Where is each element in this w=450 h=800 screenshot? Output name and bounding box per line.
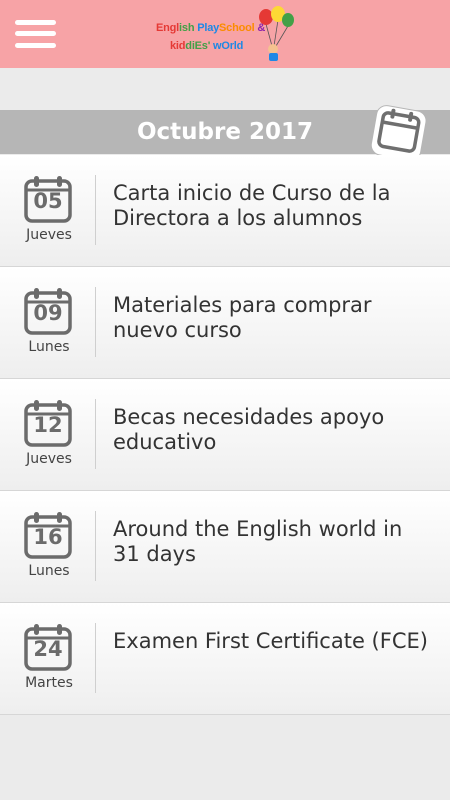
balloons-icon xyxy=(259,6,294,61)
logo-line-2: kiddiEs' wOrld xyxy=(170,40,244,52)
event-day-number: 16 xyxy=(33,525,63,549)
event-title: Around the English world in 31 days xyxy=(113,517,403,566)
event-row[interactable]: 16 Lunes Around the English world in 31 … xyxy=(0,491,450,603)
events-list: 05 Jueves Carta inicio de Curso de la Di… xyxy=(0,155,450,715)
event-row[interactable]: 09 Lunes Materiales para comprar nuevo c… xyxy=(0,267,450,379)
event-weekday: Jueves xyxy=(26,227,72,243)
event-day-number: 05 xyxy=(33,189,63,213)
top-app-bar: English PlaySchool & kiddiEs' wOrld xyxy=(0,0,450,68)
event-row[interactable]: 12 Jueves Becas necesidades apoyo educat… xyxy=(0,379,450,491)
event-title: Becas necesidades apoyo educativo xyxy=(113,405,385,454)
row-divider xyxy=(95,623,96,693)
logo-line-1: English PlaySchool & xyxy=(156,22,266,34)
date-badge: 16 Lunes xyxy=(16,511,82,583)
date-badge: 09 Lunes xyxy=(16,287,82,359)
date-badge: 12 Jueves xyxy=(16,399,82,471)
calendar-icon[interactable] xyxy=(369,101,429,161)
event-weekday: Jueves xyxy=(26,451,72,467)
hamburger-menu-icon[interactable] xyxy=(15,18,57,50)
event-weekday: Lunes xyxy=(28,563,70,579)
row-divider xyxy=(95,175,96,245)
event-day-number: 24 xyxy=(33,637,63,661)
event-title: Examen First Certificate (FCE) xyxy=(113,629,428,653)
row-divider xyxy=(95,511,96,581)
event-row[interactable]: 05 Jueves Carta inicio de Curso de la Di… xyxy=(0,155,450,267)
event-weekday: Martes xyxy=(25,675,73,691)
date-badge: 05 Jueves xyxy=(16,175,82,247)
event-title: Carta inicio de Curso de la Directora a … xyxy=(113,181,391,230)
date-badge: 24 Martes xyxy=(16,623,82,695)
event-weekday: Lunes xyxy=(28,339,70,355)
event-row[interactable]: 24 Martes Examen First Certificate (FCE) xyxy=(0,603,450,715)
app-logo: English PlaySchool & kiddiEs' wOrld xyxy=(156,6,296,62)
row-divider xyxy=(95,399,96,469)
row-divider xyxy=(95,287,96,357)
event-day-number: 09 xyxy=(33,301,63,325)
event-day-number: 12 xyxy=(33,413,63,437)
event-title: Materiales para comprar nuevo curso xyxy=(113,293,372,342)
